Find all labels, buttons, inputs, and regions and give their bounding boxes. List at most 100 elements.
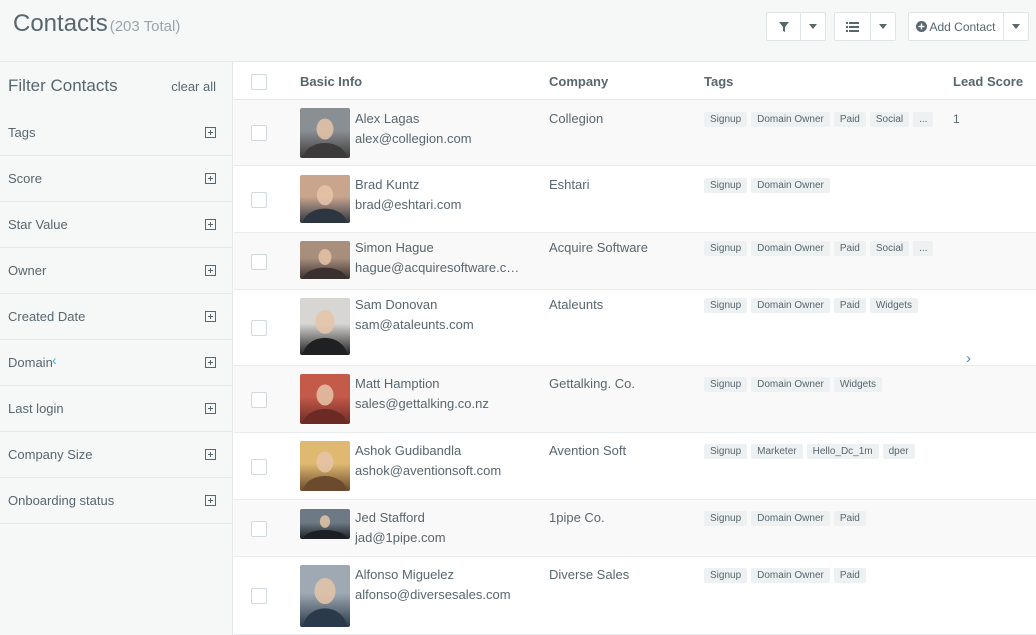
tag-badge[interactable]: Domain Owner	[751, 377, 830, 392]
contact-name[interactable]: Brad Kuntz	[355, 177, 419, 192]
filter-item-domain[interactable]: Domain	[0, 340, 232, 386]
tag-badge[interactable]: Marketer	[751, 444, 803, 459]
row-checkbox[interactable]	[251, 192, 267, 208]
filter-item-score[interactable]: Score	[0, 156, 232, 202]
expand-icon[interactable]	[205, 449, 216, 460]
tag-badge[interactable]: Social	[869, 241, 910, 256]
filter-item-onboarding-status[interactable]: Onboarding status	[0, 478, 232, 524]
tag-badge[interactable]: Domain Owner	[751, 178, 830, 193]
tag-badge[interactable]: Signup	[704, 377, 748, 392]
row-checkbox[interactable]	[251, 392, 267, 408]
expand-icon[interactable]	[205, 403, 216, 414]
avatar[interactable]	[300, 441, 350, 491]
tag-badge[interactable]: Paid	[833, 568, 866, 583]
table-row[interactable]: Jed Stafford jad@1pipe.com 1pipe Co. Signup…	[234, 500, 1036, 557]
tag-badge[interactable]: dper	[882, 444, 915, 459]
tag-badge[interactable]: Paid	[833, 298, 866, 313]
tag-badge[interactable]: Widgets	[833, 377, 882, 392]
column-basic-info[interactable]: Basic Info	[300, 74, 362, 89]
table-row[interactable]: Simon Hague hague@acquiresoftware.com Acqu…	[234, 233, 1036, 290]
contact-email[interactable]: hague@acquiresoftware.com	[355, 260, 520, 275]
view-dropdown-toggle[interactable]	[870, 12, 896, 41]
contact-email[interactable]: sales@gettalking.co.nz	[355, 396, 520, 411]
tag-badge[interactable]: Paid	[833, 112, 866, 127]
filter-item-tags[interactable]: Tags	[0, 110, 232, 156]
tag-badge[interactable]: Signup	[704, 178, 748, 193]
filter-item-created-date[interactable]: Created Date	[0, 294, 232, 340]
tag-badge[interactable]: ...	[913, 112, 934, 127]
table-row[interactable]: Sam Donovan sam@ataleunts.com Ataleunts Sig…	[234, 290, 1036, 366]
row-checkbox[interactable]	[251, 459, 267, 475]
contact-email[interactable]: brad@eshtari.com	[355, 197, 520, 212]
contact-name[interactable]: Simon Hague	[355, 240, 434, 255]
filter-item-star-value[interactable]: Star Value	[0, 202, 232, 248]
expand-icon[interactable]	[205, 173, 216, 184]
avatar[interactable]	[300, 298, 350, 355]
expand-icon[interactable]	[205, 219, 216, 230]
filter-dropdown-toggle[interactable]	[800, 12, 826, 41]
table-row[interactable]: Ashok Gudibandla ashok@aventionsoft.com Av…	[234, 433, 1036, 500]
clear-all-link[interactable]: clear all	[171, 79, 216, 94]
tag-badge[interactable]: Widgets	[869, 298, 918, 313]
contact-email[interactable]: jad@1pipe.com	[355, 530, 520, 545]
tag-badge[interactable]: Signup	[704, 112, 748, 127]
table-row[interactable]: Brad Kuntz brad@eshtari.com Eshtari Signup D…	[234, 167, 1036, 233]
filter-item-last-login[interactable]: Last login	[0, 386, 232, 432]
tag-badge[interactable]: Signup	[704, 298, 748, 313]
avatar[interactable]	[300, 565, 350, 627]
avatar[interactable]	[300, 241, 350, 279]
add-contact-dropdown-toggle[interactable]	[1003, 12, 1029, 41]
column-company[interactable]: Company	[549, 74, 608, 89]
contact-name[interactable]: Alex Lagas	[355, 111, 419, 126]
avatar[interactable]	[300, 509, 350, 539]
expand-icon[interactable]	[205, 495, 216, 506]
contact-email[interactable]: alex@collegion.com	[355, 131, 520, 146]
row-checkbox[interactable]	[251, 521, 267, 537]
chevron-right-icon[interactable]: ›	[966, 350, 971, 367]
contact-email[interactable]: sam@ataleunts.com	[355, 317, 520, 332]
contact-name[interactable]: Alfonso Miguelez	[355, 567, 454, 582]
expand-icon[interactable]	[205, 127, 216, 138]
table-row[interactable]: Alex Lagas alex@collegion.com Collegion Sig…	[234, 100, 1036, 166]
contact-name[interactable]: Ashok Gudibandla	[355, 443, 461, 458]
tag-badge[interactable]: Hello_Dc_1m	[806, 444, 879, 459]
avatar[interactable]	[300, 175, 350, 223]
table-row[interactable]: Matt Hamption sales@gettalking.co.nz Getta…	[234, 366, 1036, 433]
avatar[interactable]	[300, 108, 350, 158]
table-row[interactable]: Alfonso Miguelez alfonso@diversesales.com…	[234, 557, 1036, 635]
tag-badge[interactable]: Signup	[704, 568, 748, 583]
view-list-button[interactable]	[834, 12, 871, 41]
row-checkbox[interactable]	[251, 588, 267, 604]
avatar[interactable]	[300, 374, 350, 424]
tag-badge[interactable]: Signup	[704, 444, 748, 459]
row-checkbox[interactable]	[251, 320, 267, 336]
contact-name[interactable]: Matt Hamption	[355, 376, 440, 391]
tag-badge[interactable]: Social	[869, 112, 910, 127]
add-contact-button[interactable]: Add Contact	[908, 12, 1004, 41]
tag-badge[interactable]: Domain Owner	[751, 568, 830, 583]
select-all-checkbox[interactable]	[251, 74, 267, 90]
column-lead-score[interactable]: Lead Score	[953, 74, 1023, 89]
tag-badge[interactable]: Domain Owner	[751, 511, 830, 526]
filter-item-company-size[interactable]: Company Size	[0, 432, 232, 478]
expand-icon[interactable]	[205, 311, 216, 322]
expand-icon[interactable]	[205, 357, 216, 368]
tag-badge[interactable]: Signup	[704, 241, 748, 256]
contact-email[interactable]: ashok@aventionsoft.com	[355, 463, 520, 478]
tag-badge[interactable]: Paid	[833, 241, 866, 256]
expand-icon[interactable]	[205, 265, 216, 276]
tag-badge[interactable]: Domain Owner	[751, 112, 830, 127]
row-checkbox[interactable]	[251, 254, 267, 270]
contact-name[interactable]: Jed Stafford	[355, 510, 425, 525]
contact-email[interactable]: alfonso@diversesales.com	[355, 587, 520, 602]
tag-badge[interactable]: Domain Owner	[751, 241, 830, 256]
filter-button[interactable]	[766, 12, 801, 41]
row-checkbox[interactable]	[251, 125, 267, 141]
column-tags[interactable]: Tags	[704, 74, 733, 89]
tag-badge[interactable]: Domain Owner	[751, 298, 830, 313]
tag-badge[interactable]: Paid	[833, 511, 866, 526]
filter-item-owner[interactable]: Owner	[0, 248, 232, 294]
contact-name[interactable]: Sam Donovan	[355, 297, 437, 312]
tag-badge[interactable]: ...	[913, 241, 934, 256]
chevron-left-icon[interactable]: ‹	[52, 352, 57, 368]
